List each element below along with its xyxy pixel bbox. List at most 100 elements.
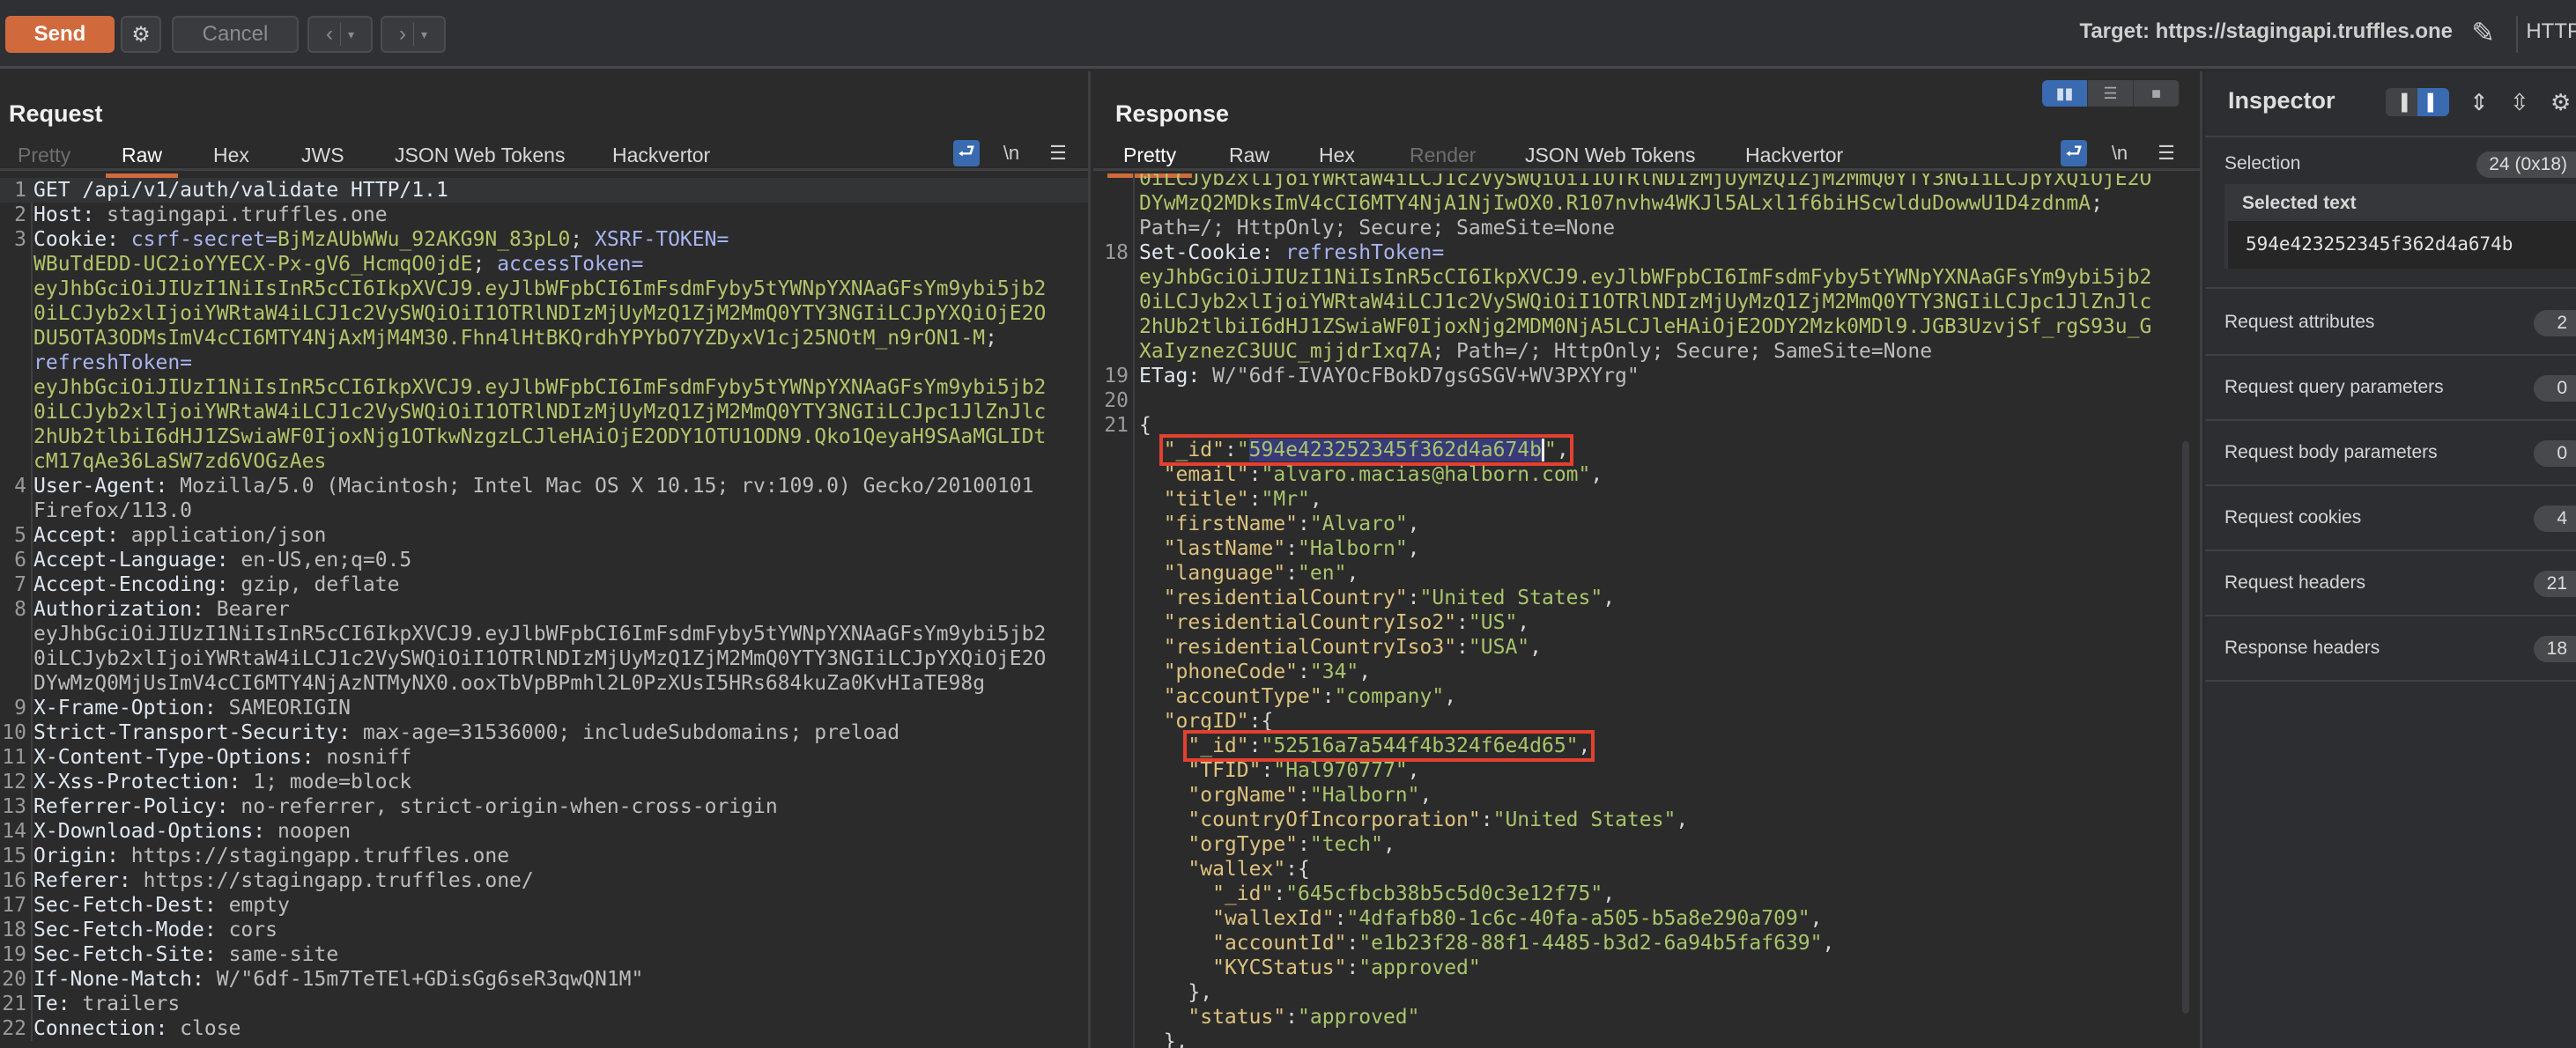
- menu-icon[interactable]: ☰: [2153, 140, 2180, 166]
- inspector-row[interactable]: Request query parameters 0: [2205, 356, 2576, 421]
- cancel-button[interactable]: Cancel: [172, 16, 299, 53]
- wrap-lines-icon[interactable]: ⮐: [2061, 140, 2087, 166]
- line-content: 2hUb2tlbiI6dHJ1ZSwiaWF0IjoxNjg2MDM0NjA5L…: [1139, 314, 2151, 339]
- inspector-row[interactable]: Request body parameters 0: [2205, 421, 2576, 486]
- request-editor[interactable]: 1 GET /api/v1/auth/validate HTTP/1.1 2 Host…: [0, 178, 1088, 1041]
- line-content: DU5OTA3ODMsImV4cCI6MTY4NjAxMjM4M30.Fhn4l…: [33, 326, 997, 351]
- punctuation: ;: [985, 327, 997, 350]
- json-string: "US": [1468, 611, 1518, 634]
- line-number: 8: [14, 598, 26, 621]
- punctuation: :: [1346, 956, 1359, 979]
- json-string: "United States": [1419, 587, 1603, 609]
- tab-raw[interactable]: Raw: [1229, 144, 1269, 173]
- header-value: https://stagingapp.truffles.one/: [143, 869, 534, 892]
- edit-target-pencil-icon[interactable]: ✎: [2471, 16, 2495, 49]
- code-line: "orgName":"Halborn",: [1093, 783, 2200, 808]
- json-string: "alvaro.macias@halborn.com": [1261, 463, 1591, 486]
- line-content: "countryOfIncorporation":"United States"…: [1139, 808, 1688, 832]
- selection-section[interactable]: Selection 24 (0x18) Selected text 594e42…: [2205, 137, 2576, 289]
- header-name: X-Download-Options:: [33, 820, 278, 843]
- menu-icon[interactable]: ☰: [1045, 140, 1071, 166]
- line-number: 21: [1104, 414, 1129, 437]
- wrap-lines-icon[interactable]: ⮐: [953, 140, 980, 166]
- line-content: Host: stagingapi.truffles.one: [33, 203, 388, 227]
- forward-button[interactable]: › ▾: [381, 16, 446, 53]
- inspector-row[interactable]: Request attributes 2: [2205, 291, 2576, 356]
- layout-side-by-side-icon[interactable]: ▮▮: [2042, 80, 2088, 107]
- line-content: Strict-Transport-Security: max-age=31536…: [33, 720, 899, 745]
- punctuation: ,: [1419, 784, 1432, 807]
- code-line: "title":"Mr",: [1093, 487, 2200, 512]
- line-content: "title":"Mr",: [1139, 487, 1322, 512]
- line-number: 6: [14, 549, 26, 572]
- header-name: Set-Cookie:: [1139, 241, 1286, 264]
- dropdown-arrow-icon[interactable]: ▾: [421, 27, 427, 42]
- scrollbar[interactable]: [2182, 441, 2189, 1014]
- response-editor[interactable]: 0iLCJyb2xlIjoiYWRtaW4iLCJ1c2VySWQiOiI1OT…: [1093, 173, 2200, 1048]
- tab-hackvertor[interactable]: Hackvertor: [612, 144, 710, 173]
- inspector-row[interactable]: Request cookies 4: [2205, 486, 2576, 551]
- code-line: 1 GET /api/v1/auth/validate HTTP/1.1: [0, 178, 1088, 203]
- header-name: If-None-Match:: [33, 968, 217, 991]
- header-value: https://stagingapp.truffles.one: [130, 845, 510, 867]
- code-line: DYwMzQ0MjUsImV4cCI6MTY4NjAzNTMyNX0.ooxTb…: [0, 671, 1088, 696]
- line-content: eyJhbGciOiJIUzI1NiIsInR5cCI6IkpXVCJ9.eyJ…: [33, 277, 1046, 301]
- line-content: Set-Cookie: refreshToken=: [1139, 240, 1444, 265]
- show-newlines-button[interactable]: \n: [2106, 140, 2133, 166]
- tab-hex[interactable]: Hex: [213, 144, 249, 173]
- json-string: "4dfafb80-1c6c-40fa-a505-b5a8e290a709": [1346, 907, 1810, 930]
- line-content: "KYCStatus":"approved": [1139, 956, 1481, 980]
- inspector-row[interactable]: Response headers 18: [2205, 616, 2576, 682]
- punctuation: },: [1163, 1030, 1188, 1048]
- code-line: WBuTdEDD-UC2ioYYECX-Px-gV6_HcmqO0jdE; ac…: [0, 252, 1088, 277]
- json-string: "Halborn": [1309, 784, 1420, 807]
- code-line: eyJhbGciOiJIUzI1NiIsInR5cCI6IkpXVCJ9.eyJ…: [0, 375, 1088, 400]
- line-number: 20: [1104, 389, 1129, 412]
- code-line: },: [1093, 980, 2200, 1005]
- selected-text-value[interactable]: 594e423252345f362d4a674b: [2228, 221, 2576, 269]
- dock-right-icon[interactable]: ▌: [2417, 88, 2449, 116]
- show-newlines-button[interactable]: \n: [998, 140, 1025, 166]
- line-content: "TFID":"Hal970777",: [1139, 758, 1419, 783]
- json-key: "wallex": [1188, 858, 1286, 881]
- code-line: 20 If-None-Match: W/"6df-15m7TeTEl+GDisGg…: [0, 967, 1088, 992]
- tab-jws[interactable]: JWS: [301, 144, 344, 173]
- layout-stacked-icon[interactable]: ☰: [2088, 80, 2134, 107]
- settings-gear-icon[interactable]: ⚙: [2550, 89, 2571, 116]
- inspector-row-label: Request attributes: [2224, 312, 2375, 332]
- tab-raw[interactable]: Raw: [105, 144, 179, 178]
- code-line: "status":"approved": [1093, 1005, 2200, 1030]
- code-line: "orgID":{: [1093, 709, 2200, 734]
- send-button[interactable]: Send: [5, 16, 115, 53]
- code-line: 11 X-Content-Type-Options: nosniff: [0, 745, 1088, 770]
- json-key: "residentialCountryIso2": [1163, 611, 1457, 634]
- json-string: "United States": [1492, 808, 1677, 831]
- code-line: 22 Connection: close: [0, 1016, 1088, 1041]
- chevron-right-icon: ›: [398, 22, 406, 46]
- inspector-row[interactable]: Request headers 21: [2205, 551, 2576, 616]
- collapse-all-icon[interactable]: ⇳: [2510, 89, 2529, 116]
- tab-hackvertor[interactable]: Hackvertor: [1745, 144, 1843, 173]
- expand-all-icon[interactable]: ⇕: [2469, 89, 2489, 116]
- punctuation: ,: [1407, 537, 1420, 560]
- cookie-value: 0iLCJyb2xlIjoiYWRtaW4iLCJ1c2VySWQiOiI1OT…: [1139, 291, 2152, 314]
- tab-hex[interactable]: Hex: [1319, 144, 1355, 173]
- count-badge: 0: [2534, 375, 2576, 402]
- tab-pretty[interactable]: Pretty: [18, 144, 70, 173]
- tab-json-web-tokens[interactable]: JSON Web Tokens: [1525, 144, 1695, 173]
- code-line: 8 Authorization: Bearer: [0, 597, 1088, 622]
- line-number: 3: [14, 228, 26, 251]
- line-number: 9: [14, 697, 26, 720]
- line-content: "residentialCountryIso3":"USA",: [1139, 635, 1542, 660]
- json-key: "accountType": [1163, 685, 1322, 708]
- settings-gear-icon[interactable]: ⚙: [121, 16, 161, 53]
- back-button[interactable]: ‹ ▾: [307, 16, 373, 53]
- tab-json-web-tokens[interactable]: JSON Web Tokens: [395, 144, 565, 173]
- punctuation: :: [1285, 562, 1299, 585]
- layout-tabs-icon[interactable]: ■: [2134, 80, 2180, 107]
- code-line: 5 Accept: application/json: [0, 523, 1088, 548]
- dropdown-arrow-icon[interactable]: ▾: [348, 27, 354, 42]
- dock-left-icon[interactable]: ▐: [2386, 88, 2417, 116]
- tab-pretty[interactable]: Pretty: [1107, 144, 1193, 178]
- http-version-label[interactable]: HTTP: [2526, 19, 2576, 44]
